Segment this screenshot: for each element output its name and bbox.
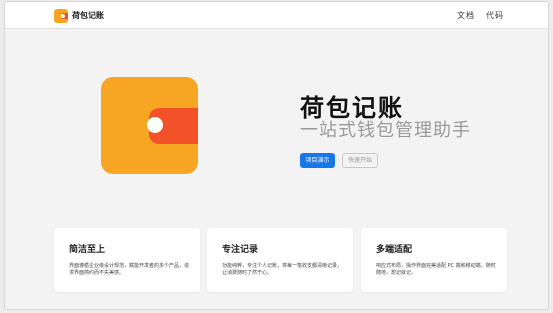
wallet-icon[interactable]: [54, 9, 68, 23]
feature-card: 简洁至上 界面遵循企业级设计规范，赋能开发者的多个产品，追求界面简约而不失美感。: [54, 228, 200, 292]
feature-description: 界面遵循企业级设计规范，赋能开发者的多个产品，追求界面简约而不失美感。: [69, 263, 190, 276]
nav-link-docs[interactable]: 文档: [457, 10, 475, 21]
browser-window: 荷包记账 文档 代码 荷包记账 一站式钱包管理助手 项目演示 快速开始 简洁至上…: [4, 1, 549, 310]
nav-link-code[interactable]: 代码: [486, 10, 504, 21]
hero-wallet-button: [147, 117, 163, 133]
wallet-button: [61, 14, 65, 18]
top-navbar: 荷包记账 文档 代码: [5, 2, 548, 29]
hero-subtitle: 一站式钱包管理助手: [300, 120, 471, 141]
feature-title: 简洁至上: [69, 245, 106, 255]
feature-card: 多端适配 响应式布局，操作界面完美适配 PC 端和移动端，随时随地，想记就记。: [361, 228, 507, 292]
demo-button[interactable]: 项目演示: [300, 153, 335, 168]
quick-start-button[interactable]: 快速开始: [342, 153, 378, 168]
feature-description: 响应式布局，操作界面完美适配 PC 端和移动端，随时随地，想记就记。: [376, 263, 496, 276]
feature-title: 多端适配: [376, 245, 413, 255]
hero-wallet-icon: [101, 77, 198, 174]
feature-description: 功能纯粹，专注个人记账，将每一笔收支都清晰记录，让消费随时了然于心。: [222, 263, 343, 276]
brand-name[interactable]: 荷包记账: [72, 10, 104, 21]
feature-card: 专注记录 功能纯粹，专注个人记账，将每一笔收支都清晰记录，让消费随时了然于心。: [207, 228, 353, 292]
feature-title: 专注记录: [222, 245, 259, 255]
